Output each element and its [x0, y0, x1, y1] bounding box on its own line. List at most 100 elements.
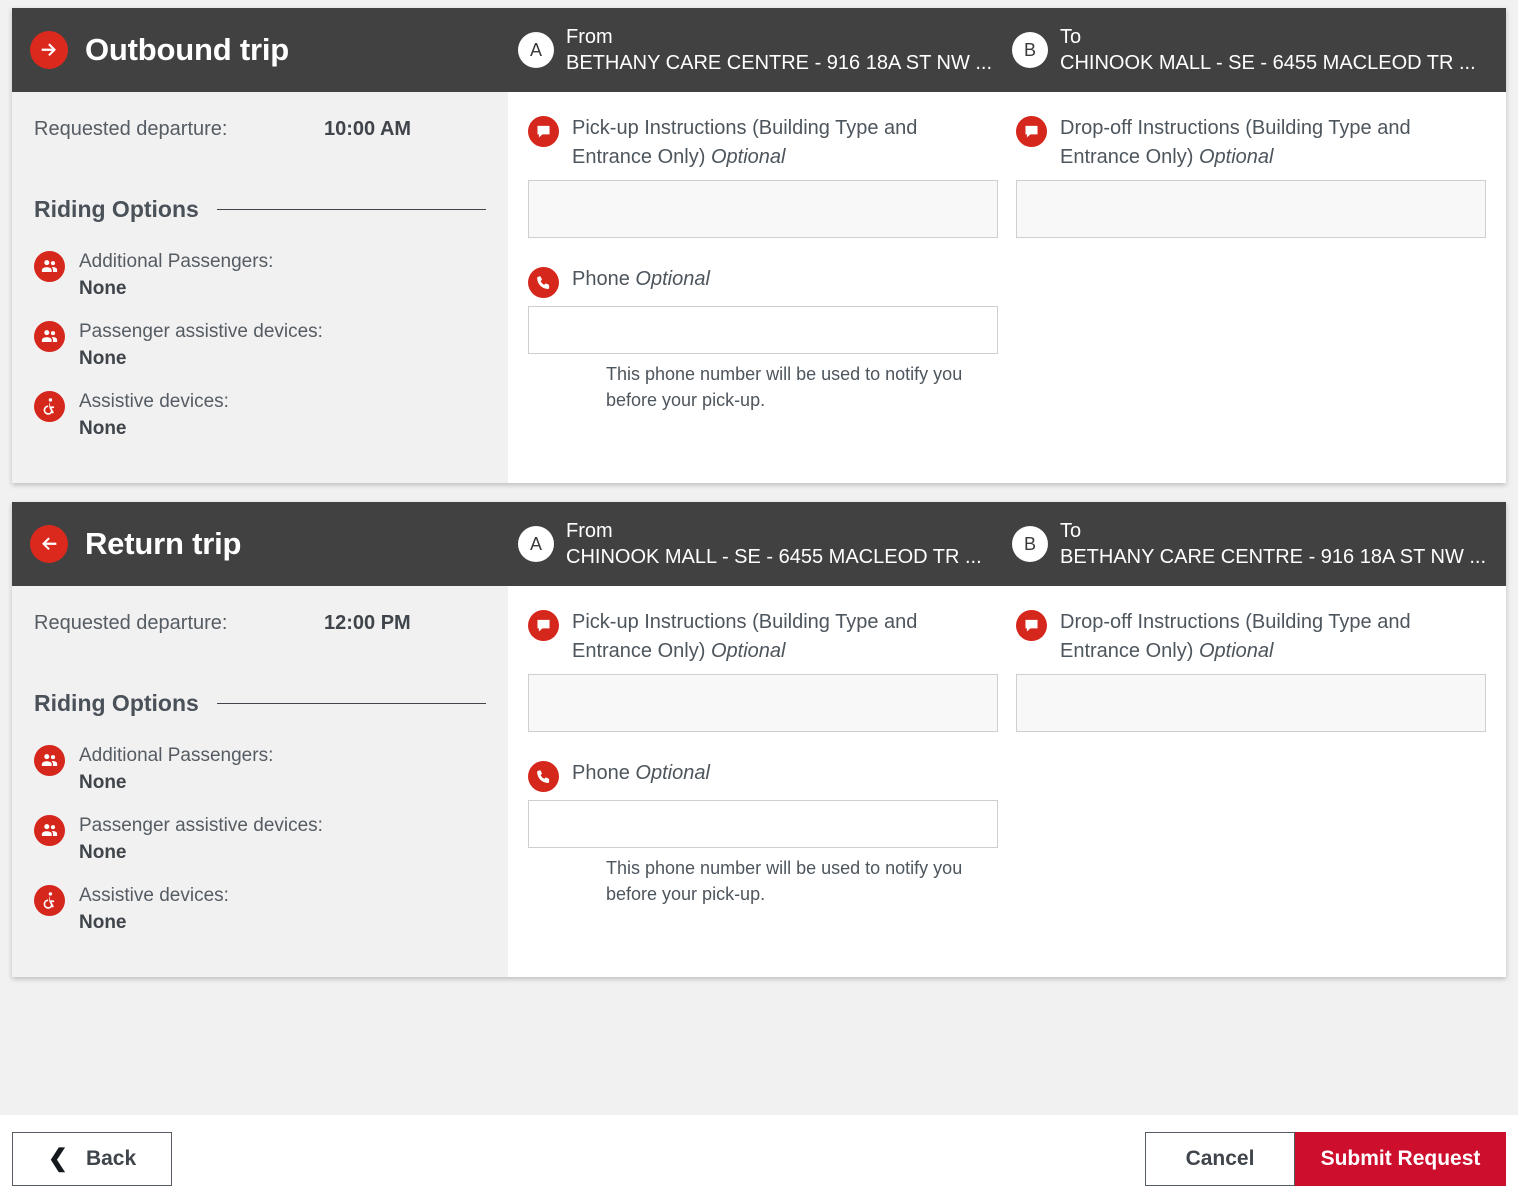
chevron-left-icon: ❮ — [48, 1147, 68, 1171]
trip-title: Return trip — [85, 526, 241, 562]
phone-header: Phone Optional — [528, 265, 998, 298]
trip-to-endpoint: B To CHINOOK MALL - SE - 6455 MACLEOD TR… — [1012, 8, 1506, 92]
pickup-instructions-input[interactable] — [528, 180, 998, 238]
phone-input[interactable] — [528, 306, 998, 354]
riding-option-label: Additional Passengers: — [79, 743, 273, 769]
phone-icon — [528, 761, 559, 792]
riding-option-label: Passenger assistive devices: — [79, 813, 323, 839]
trip-form-panel: Pick-up Instructions (Building Type and … — [508, 92, 1506, 483]
pickup-instructions-header: Pick-up Instructions (Building Type and … — [528, 114, 998, 172]
pickup-instructions-label: Pick-up Instructions (Building Type and … — [572, 114, 998, 172]
requested-departure-row: Requested departure: 12:00 PM — [34, 612, 486, 635]
phone-header: Phone Optional — [528, 759, 998, 792]
requested-departure-label: Requested departure: — [34, 612, 324, 635]
dropoff-instructions-header: Drop-off Instructions (Building Type and… — [1016, 608, 1486, 666]
riding-option-label: Passenger assistive devices: — [79, 319, 323, 345]
dropoff-instructions-label: Drop-off Instructions (Building Type and… — [1060, 608, 1486, 666]
trip-card-outbound: Outbound trip A From BETHANY CARE CENTRE… — [12, 8, 1506, 483]
riding-option-row: Additional Passengers: None — [34, 249, 486, 302]
speech-bubble-icon — [1016, 610, 1047, 641]
trip-card-return: Return trip A From CHINOOK MALL - SE - 6… — [12, 502, 1506, 977]
riding-options-heading: Riding Options — [34, 196, 486, 223]
dropoff-optional-tag: Optional — [1199, 146, 1274, 168]
arrow-right-icon — [30, 31, 68, 69]
trip-summary-panel: Requested departure: 10:00 AM Riding Opt… — [12, 92, 508, 483]
pickup-column: Pick-up Instructions (Building Type and … — [528, 608, 998, 957]
to-address: BETHANY CARE CENTRE - 916 18A ST NW ... — [1060, 546, 1486, 568]
wheelchair-icon — [34, 885, 65, 916]
people-icon — [34, 815, 65, 846]
dropoff-instructions-label: Drop-off Instructions (Building Type and… — [1060, 114, 1486, 172]
from-label: From — [566, 520, 613, 542]
trip-to-endpoint: B To BETHANY CARE CENTRE - 916 18A ST NW… — [1012, 502, 1506, 586]
to-label: To — [1060, 26, 1081, 48]
dropoff-instructions-input[interactable] — [1016, 674, 1486, 732]
riding-option-row: Assistive devices: None — [34, 883, 486, 936]
requested-departure-row: Requested departure: 10:00 AM — [34, 118, 486, 141]
section-divider — [217, 703, 486, 704]
requested-departure-value: 12:00 PM — [324, 612, 411, 635]
to-address: CHINOOK MALL - SE - 6455 MACLEOD TR ... — [1060, 52, 1476, 74]
riding-option-value: None — [79, 769, 273, 796]
riding-option-row: Assistive devices: None — [34, 389, 486, 442]
arrow-left-icon — [30, 525, 68, 563]
riding-option-label: Additional Passengers: — [79, 249, 273, 275]
dropoff-optional-tag: Optional — [1199, 640, 1274, 662]
to-label: To — [1060, 520, 1081, 542]
trip-from-endpoint: A From BETHANY CARE CENTRE - 916 18A ST … — [508, 8, 1012, 92]
pickup-instructions-header: Pick-up Instructions (Building Type and … — [528, 608, 998, 666]
requested-departure-label: Requested departure: — [34, 118, 324, 141]
back-button[interactable]: ❮ Back — [12, 1132, 172, 1186]
back-button-label: Back — [86, 1147, 136, 1171]
riding-options-heading: Riding Options — [34, 690, 486, 717]
trip-body-outbound: Requested departure: 10:00 AM Riding Opt… — [12, 92, 1506, 483]
endpoint-badge-b: B — [1012, 32, 1048, 68]
trip-cards-scroll-area[interactable]: Outbound trip A From BETHANY CARE CENTRE… — [0, 0, 1518, 1115]
phone-input[interactable] — [528, 800, 998, 848]
pickup-column: Pick-up Instructions (Building Type and … — [528, 114, 998, 463]
trip-title: Outbound trip — [85, 32, 289, 68]
phone-label-text: Phone — [572, 762, 635, 784]
phone-optional-tag: Optional — [635, 268, 710, 290]
trip-body-return: Requested departure: 12:00 PM Riding Opt… — [12, 586, 1506, 977]
trip-header-outbound: Outbound trip A From BETHANY CARE CENTRE… — [12, 8, 1506, 92]
people-icon — [34, 745, 65, 776]
endpoint-badge-a: A — [518, 526, 554, 562]
section-divider — [217, 209, 486, 210]
requested-departure-value: 10:00 AM — [324, 118, 411, 141]
riding-option-label: Assistive devices: — [79, 389, 229, 415]
riding-option-value: None — [79, 839, 323, 866]
endpoint-badge-b: B — [1012, 526, 1048, 562]
dropoff-instructions-header: Drop-off Instructions (Building Type and… — [1016, 114, 1486, 172]
trip-title-block: Return trip — [12, 502, 508, 586]
phone-label-text: Phone — [572, 268, 635, 290]
dropoff-instructions-input[interactable] — [1016, 180, 1486, 238]
dropoff-column: Drop-off Instructions (Building Type and… — [1016, 608, 1486, 957]
cancel-button[interactable]: Cancel — [1145, 1132, 1295, 1186]
speech-bubble-icon — [528, 116, 559, 147]
endpoint-badge-a: A — [518, 32, 554, 68]
pickup-instructions-input[interactable] — [528, 674, 998, 732]
phone-icon — [528, 267, 559, 298]
phone-block: Phone Optional This phone number will be… — [528, 759, 998, 907]
riding-option-value: None — [79, 345, 323, 372]
trip-header-return: Return trip A From CHINOOK MALL - SE - 6… — [12, 502, 1506, 586]
people-icon — [34, 321, 65, 352]
speech-bubble-icon — [528, 610, 559, 641]
phone-block: Phone Optional This phone number will be… — [528, 265, 998, 413]
riding-option-value: None — [79, 909, 229, 936]
submit-request-button[interactable]: Submit Request — [1295, 1132, 1506, 1186]
riding-options-title: Riding Options — [34, 690, 199, 717]
trip-from-endpoint: A From CHINOOK MALL - SE - 6455 MACLEOD … — [508, 502, 1012, 586]
from-label: From — [566, 26, 613, 48]
phone-label: Phone Optional — [572, 265, 710, 294]
riding-option-row: Additional Passengers: None — [34, 743, 486, 796]
riding-option-row: Passenger assistive devices: None — [34, 813, 486, 866]
speech-bubble-icon — [1016, 116, 1047, 147]
pickup-instructions-label: Pick-up Instructions (Building Type and … — [572, 608, 998, 666]
footer-action-bar: ❮ Back Cancel Submit Request — [0, 1115, 1518, 1203]
from-address: CHINOOK MALL - SE - 6455 MACLEOD TR ... — [566, 546, 982, 568]
people-icon — [34, 251, 65, 282]
trip-summary-panel: Requested departure: 12:00 PM Riding Opt… — [12, 586, 508, 977]
phone-optional-tag: Optional — [635, 762, 710, 784]
